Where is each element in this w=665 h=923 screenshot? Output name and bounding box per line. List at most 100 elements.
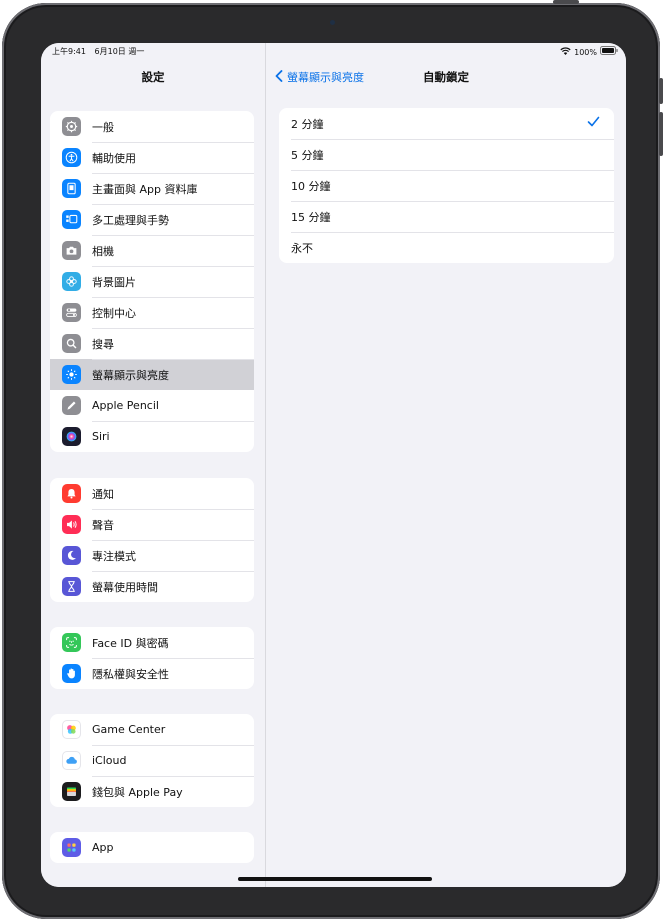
option-label: 15 分鐘: [291, 210, 331, 224]
auto-lock-options: 2 分鐘 5 分鐘 10 分鐘 15 分鐘 永不: [279, 108, 614, 263]
sidebar-item-label: 錢包與 Apple Pay: [92, 785, 183, 799]
option-never[interactable]: 永不: [279, 232, 614, 263]
sidebar-item-label: 通知: [92, 487, 114, 501]
status-bar-left: 上午9:41 6月10日 週一: [52, 43, 150, 63]
volume-up-button: [659, 78, 663, 104]
search-icon: [62, 334, 81, 353]
siri-icon: [62, 427, 81, 446]
ipad-frame: 上午9:41 6月10日 週一 設定 一般 輔助使用 主畫面與 App 資料庫 …: [2, 3, 660, 919]
checkmark-icon: [587, 116, 600, 130]
sidebar-item-game-center[interactable]: Game Center: [50, 714, 254, 745]
sidebar-item-label: iCloud: [92, 754, 127, 767]
hourglass-icon: [62, 577, 81, 596]
settings-group-3: Face ID 與密碼 隱私權與安全性: [50, 627, 254, 689]
sidebar-item-face-id[interactable]: Face ID 與密碼: [50, 627, 254, 658]
sidebar-item-label: 背景圖片: [92, 275, 136, 289]
option-label: 2 分鐘: [291, 117, 324, 131]
gear-icon: [62, 117, 81, 136]
back-button[interactable]: 螢幕顯示與亮度: [275, 69, 364, 85]
sidebar-item-siri[interactable]: Siri: [50, 421, 254, 452]
accessibility-icon: [62, 148, 81, 167]
sidebar-item-label: 專注模式: [92, 549, 136, 563]
screen: 上午9:41 6月10日 週一 設定 一般 輔助使用 主畫面與 App 資料庫 …: [41, 43, 626, 887]
pencil-icon: [62, 396, 81, 415]
home-indicator[interactable]: [238, 877, 432, 881]
sidebar-title: 設定: [141, 70, 165, 84]
settings-group-5: App: [50, 832, 254, 863]
sidebar-item-control-center[interactable]: 控制中心: [50, 297, 254, 328]
option-label: 永不: [291, 241, 313, 255]
option-15-minutes[interactable]: 15 分鐘: [279, 201, 614, 232]
sidebar-item-label: Face ID 與密碼: [92, 636, 169, 650]
sidebar-item-label: 隱私權與安全性: [92, 667, 169, 681]
detail-pane: 100% 螢幕顯示與亮度 自動鎖定 2 分鐘 5 分鐘 10 分鐘 15 分鐘 …: [266, 43, 626, 887]
sidebar-item-label: 一般: [92, 120, 114, 134]
toggles-icon: [62, 303, 81, 322]
sidebar-item-label: 控制中心: [92, 306, 136, 320]
sidebar-item-focus[interactable]: 專注模式: [50, 540, 254, 571]
chevron-left-icon: [275, 69, 283, 85]
battery-icon: [600, 44, 618, 62]
sidebar-item-notifications[interactable]: 通知: [50, 478, 254, 509]
wallet-icon: [62, 782, 81, 801]
settings-group-4: Game Center iCloud 錢包與 Apple Pay: [50, 714, 254, 807]
option-2-minutes[interactable]: 2 分鐘: [279, 108, 614, 139]
multitasking-icon: [62, 210, 81, 229]
home-screen-icon: [62, 179, 81, 198]
volume-down-button: [659, 112, 663, 156]
sidebar-item-multitasking[interactable]: 多工處理與手勢: [50, 204, 254, 235]
option-label: 10 分鐘: [291, 179, 331, 193]
sidebar-item-label: 螢幕顯示與亮度: [92, 368, 169, 382]
sidebar-item-label: 螢幕使用時間: [92, 580, 158, 594]
sidebar-item-wallpaper[interactable]: 背景圖片: [50, 266, 254, 297]
cloud-icon: [62, 751, 81, 770]
faceid-icon: [62, 633, 81, 652]
sidebar-item-privacy[interactable]: 隱私權與安全性: [50, 658, 254, 689]
settings-sidebar: 上午9:41 6月10日 週一 設定 一般 輔助使用 主畫面與 App 資料庫 …: [41, 43, 266, 887]
bell-icon: [62, 484, 81, 503]
option-10-minutes[interactable]: 10 分鐘: [279, 170, 614, 201]
moon-icon: [62, 546, 81, 565]
sidebar-item-accessibility[interactable]: 輔助使用: [50, 142, 254, 173]
sidebar-item-label: 搜尋: [92, 337, 114, 351]
hand-icon: [62, 664, 81, 683]
sidebar-item-label: 相機: [92, 244, 114, 258]
sidebar-item-general[interactable]: 一般: [50, 111, 254, 142]
page-title: 自動鎖定: [423, 70, 469, 84]
game-center-icon: [62, 720, 81, 739]
sidebar-item-search[interactable]: 搜尋: [50, 328, 254, 359]
sidebar-item-wallet[interactable]: 錢包與 Apple Pay: [50, 776, 254, 807]
wallpaper-flower-icon: [62, 272, 81, 291]
apps-grid-icon: [62, 838, 81, 857]
sidebar-item-sounds[interactable]: 聲音: [50, 509, 254, 540]
settings-group-1: 一般 輔助使用 主畫面與 App 資料庫 多工處理與手勢 相機 背景圖片 控制中…: [50, 111, 254, 452]
sidebar-item-label: Game Center: [92, 723, 166, 736]
sidebar-item-label: 主畫面與 App 資料庫: [92, 182, 198, 196]
sidebar-item-camera[interactable]: 相機: [50, 235, 254, 266]
top-button: [553, 0, 579, 4]
sidebar-item-display-brightness[interactable]: 螢幕顯示與亮度: [50, 359, 254, 390]
sidebar-item-label: Apple Pencil: [92, 399, 159, 412]
sidebar-item-label: 聲音: [92, 518, 114, 532]
sidebar-item-label: 多工處理與手勢: [92, 213, 169, 227]
sun-icon: [62, 365, 81, 384]
status-date: 6月10日 週一: [94, 47, 145, 56]
speaker-icon: [62, 515, 81, 534]
camera-icon: [62, 241, 81, 260]
sidebar-item-label: Siri: [92, 430, 110, 443]
front-camera: [330, 20, 335, 25]
sidebar-item-apps[interactable]: App: [50, 832, 254, 863]
option-label: 5 分鐘: [291, 148, 324, 162]
back-button-label: 螢幕顯示與亮度: [287, 71, 364, 84]
wifi-icon: [560, 44, 571, 62]
sidebar-item-label: 輔助使用: [92, 151, 136, 165]
sidebar-item-screen-time[interactable]: 螢幕使用時間: [50, 571, 254, 602]
sidebar-item-apple-pencil[interactable]: Apple Pencil: [50, 390, 254, 421]
status-time: 上午9:41: [52, 47, 86, 56]
sidebar-item-icloud[interactable]: iCloud: [50, 745, 254, 776]
battery-percent: 100%: [574, 48, 597, 57]
status-bar-right: 100%: [560, 43, 618, 63]
settings-group-2: 通知 聲音 專注模式 螢幕使用時間: [50, 478, 254, 602]
option-5-minutes[interactable]: 5 分鐘: [279, 139, 614, 170]
sidebar-item-home-screen[interactable]: 主畫面與 App 資料庫: [50, 173, 254, 204]
